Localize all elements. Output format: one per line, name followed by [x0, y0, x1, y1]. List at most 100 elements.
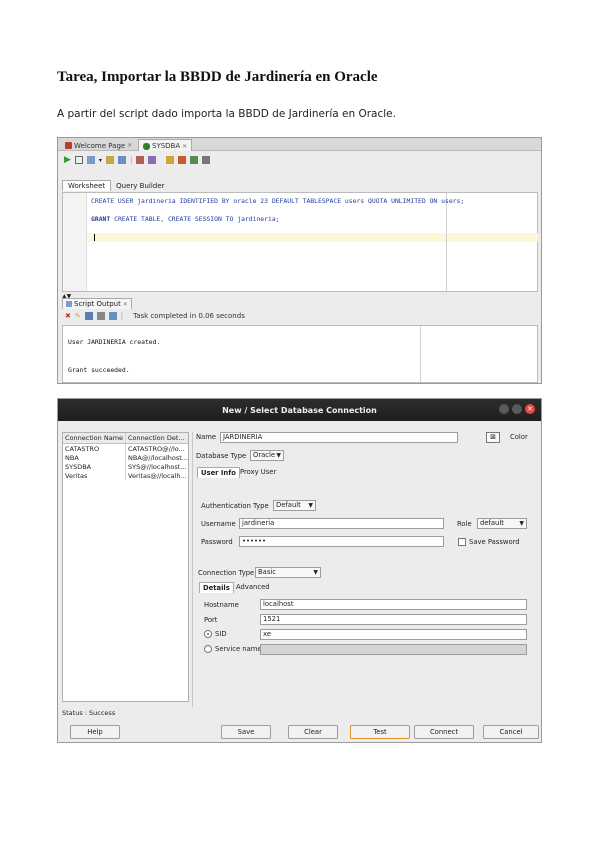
hostname-label: Hostname — [204, 601, 239, 609]
test-button[interactable]: Test — [350, 725, 410, 739]
chevron-down-icon: ▼ — [313, 569, 318, 576]
select-value: default — [480, 519, 504, 527]
editor-gutter — [63, 193, 87, 291]
table-row[interactable]: CATASTRO CATASTRO@//lo... — [63, 444, 188, 453]
select-value: Default — [276, 501, 301, 509]
dropdown-icon[interactable]: ▾ — [99, 157, 102, 164]
service-name-radio[interactable] — [204, 645, 212, 653]
eraser-icon[interactable]: ✎ — [75, 312, 81, 320]
keyword-grant: GRANT — [91, 215, 111, 223]
tab-proxy-user[interactable]: Proxy User — [237, 467, 279, 477]
tab-query-builder[interactable]: Query Builder — [111, 181, 169, 191]
tab-details[interactable]: Details — [199, 582, 234, 593]
service-name-field — [260, 644, 527, 655]
text-caret — [94, 234, 95, 241]
port-field[interactable]: 1521 — [260, 614, 527, 625]
tab-user-info[interactable]: User Info — [197, 467, 240, 478]
auth-type-select[interactable]: Default ▼ — [273, 500, 316, 511]
find-icon[interactable] — [166, 156, 175, 164]
table-row[interactable]: Veritas Veritas@//localh... — [63, 471, 188, 480]
connect-button[interactable]: Connect — [414, 725, 474, 739]
run-icon[interactable]: ▶ — [64, 155, 71, 165]
tab-sysdba[interactable]: SYSDBA ✕ — [138, 139, 193, 151]
table-row[interactable]: SYSDBA SYS@//localhost... — [63, 462, 188, 471]
output-divider — [420, 326, 421, 382]
commit-icon[interactable] — [86, 156, 95, 164]
oracle-icon — [65, 142, 72, 149]
status-text: Status : Success — [62, 709, 116, 717]
connection-type-label: Connection Type — [198, 569, 255, 577]
sql-developer-screenshot: Welcome Page ✕ SYSDBA ✕ ▶ ▾ | Worksheet … — [57, 137, 542, 384]
role-select[interactable]: default ▼ — [477, 518, 527, 529]
close-icon[interactable]: ✕ — [182, 143, 187, 150]
username-field[interactable]: jardineria — [239, 518, 444, 529]
cancel-button[interactable]: Cancel — [483, 725, 539, 739]
tab-script-output[interactable]: Script Output ✕ — [62, 298, 132, 309]
password-label: Password — [201, 538, 233, 546]
script-output-panel: User JARDINERIA created. Grant succeeded… — [62, 325, 538, 383]
name-field[interactable]: JARDINERIA — [220, 432, 458, 443]
sid-radio[interactable] — [204, 630, 212, 638]
database-type-select[interactable]: Oracle ▼ — [250, 450, 284, 461]
close-icon[interactable]: ✕ — [123, 301, 128, 308]
column-connection-name[interactable]: Connection Name — [63, 433, 126, 443]
clear-button[interactable]: Clear — [288, 725, 338, 739]
tab-worksheet[interactable]: Worksheet — [62, 180, 112, 191]
document-title: Tarea, Importar la BBDD de Jardinería en… — [57, 69, 378, 85]
run-script-icon[interactable] — [74, 156, 83, 164]
service-name-label: Service name — [215, 645, 262, 653]
clear-icon[interactable] — [178, 156, 187, 164]
code-line-grant: GRANT CREATE TABLE, CREATE SESSION TO ja… — [91, 215, 280, 223]
hostname-field[interactable]: localhost — [260, 599, 527, 610]
cell-details: CATASTRO@//lo... — [128, 445, 185, 453]
current-line-highlight — [87, 233, 538, 242]
color-picker-icon[interactable]: ⊠ — [486, 432, 500, 443]
database-type-label: Database Type — [196, 452, 247, 460]
database-icon — [143, 142, 150, 150]
format-icon[interactable] — [190, 156, 199, 164]
chevron-down-icon: ▼ — [276, 452, 281, 459]
close-icon[interactable]: ✕ — [127, 142, 132, 149]
close-window-button[interactable]: ✕ — [525, 404, 535, 414]
script-output-icon — [66, 301, 72, 307]
save-password-checkbox[interactable] — [458, 538, 466, 546]
rollback-icon[interactable] — [136, 156, 145, 164]
column-connection-details[interactable]: Connection Det... — [126, 433, 188, 443]
port-label: Port — [204, 616, 218, 624]
save-icon[interactable] — [84, 312, 93, 320]
open-icon[interactable] — [108, 312, 117, 320]
sql-history-icon[interactable] — [148, 156, 157, 164]
window-controls: ✕ — [499, 404, 535, 414]
connection-type-select[interactable]: Basic ▼ — [255, 567, 321, 578]
name-label: Name — [196, 433, 217, 441]
save-button[interactable]: Save — [221, 725, 271, 739]
select-value: Basic — [258, 568, 276, 576]
tab-advanced[interactable]: Advanced — [233, 582, 273, 592]
grant-statement: CREATE TABLE, CREATE SESSION TO jardiner… — [110, 215, 280, 223]
help-button[interactable]: Help — [70, 725, 120, 739]
sql-editor[interactable]: CREATE USER jardineria IDENTIFIED BY ora… — [62, 192, 538, 292]
toolbar-divider: | — [120, 312, 124, 320]
tuning-icon[interactable] — [202, 156, 211, 164]
print-icon[interactable] — [96, 312, 105, 320]
table-row[interactable]: NBA NBA@//localhost... — [63, 453, 188, 462]
pin-icon[interactable]: ✖ — [65, 312, 71, 320]
explain-plan-icon[interactable] — [105, 156, 114, 164]
output-grant-succeeded: Grant succeeded. — [68, 366, 130, 374]
table-header: Connection Name Connection Det... — [63, 433, 188, 444]
autotrace-icon[interactable] — [117, 156, 126, 164]
sid-field[interactable]: xe — [260, 629, 527, 640]
cell-details: SYS@//localhost... — [128, 463, 187, 471]
editor-tab-bar: Welcome Page ✕ SYSDBA ✕ — [58, 138, 541, 151]
sid-label: SID — [215, 630, 227, 638]
maximize-button[interactable] — [512, 404, 522, 414]
cell-name: Veritas — [63, 471, 126, 480]
tab-welcome-page[interactable]: Welcome Page ✕ — [61, 139, 136, 151]
tab-label: Script Output — [74, 300, 121, 308]
tab-label: Welcome Page — [74, 141, 126, 150]
select-value: Oracle — [253, 451, 276, 459]
cell-details: Veritas@//localh... — [128, 472, 187, 480]
minimize-button[interactable] — [499, 404, 509, 414]
password-field[interactable]: •••••• — [239, 536, 444, 547]
worksheet-toolbar: ▶ ▾ | — [58, 152, 541, 168]
